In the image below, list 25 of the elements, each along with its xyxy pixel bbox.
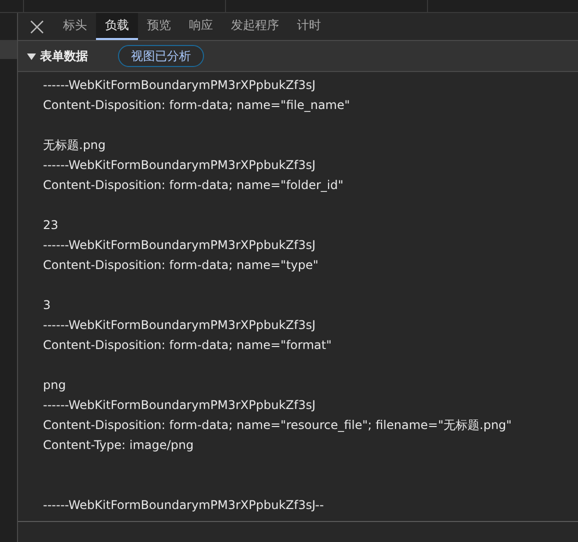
payload-line: 无标题.png: [43, 137, 107, 154]
tab[interactable]: 发起程序: [222, 13, 288, 40]
payload-line: ------WebKitFormBoundarymPM3rXPpbukZf3sJ: [43, 77, 317, 94]
payload-line: Content-Disposition: form-data; name="type": [43, 257, 320, 274]
tab[interactable]: 计时: [288, 13, 330, 40]
tab[interactable]: 响应: [180, 13, 222, 40]
payload-line: Content-Disposition: form-data; name="file_name": [43, 97, 351, 114]
payload-line: 23: [43, 217, 60, 234]
payload-line: ------WebKitFormBoundarymPM3rXPpbukZf3sJ: [43, 317, 317, 334]
payload-line: ------WebKitFormBoundarymPM3rXPpbukZf3sJ: [43, 237, 317, 254]
payload-line: Content-Disposition: form-data; name="folder_id": [43, 177, 344, 194]
triangle-icon: [27, 52, 36, 60]
section-toggle[interactable]: 表单数据: [27, 48, 88, 64]
payload-line: ------WebKitFormBoundarymPM3rXPpbukZf3sJ: [43, 157, 317, 174]
payload-line: Content-Disposition: form-data; name="format": [43, 337, 333, 354]
payload-line: ------WebKitFormBoundarymPM3rXPpbukZf3sJ: [43, 397, 317, 414]
payload-line: png: [43, 377, 67, 394]
payload-line: 3: [43, 297, 52, 314]
tab[interactable]: 标头: [54, 13, 96, 40]
payload-line: ------WebKitFormBoundarymPM3rXPpbukZf3sJ--: [43, 497, 325, 514]
payload-line: Content-Type: image/png: [43, 437, 195, 454]
tab[interactable]: 负载: [96, 13, 138, 40]
payload-line: Content-Disposition: form-data; name="resource_file"; filename="无标题.png": [43, 417, 513, 434]
view-parsed-button[interactable]: 视图已分析: [118, 45, 204, 67]
tab[interactable]: 预览: [138, 13, 180, 40]
